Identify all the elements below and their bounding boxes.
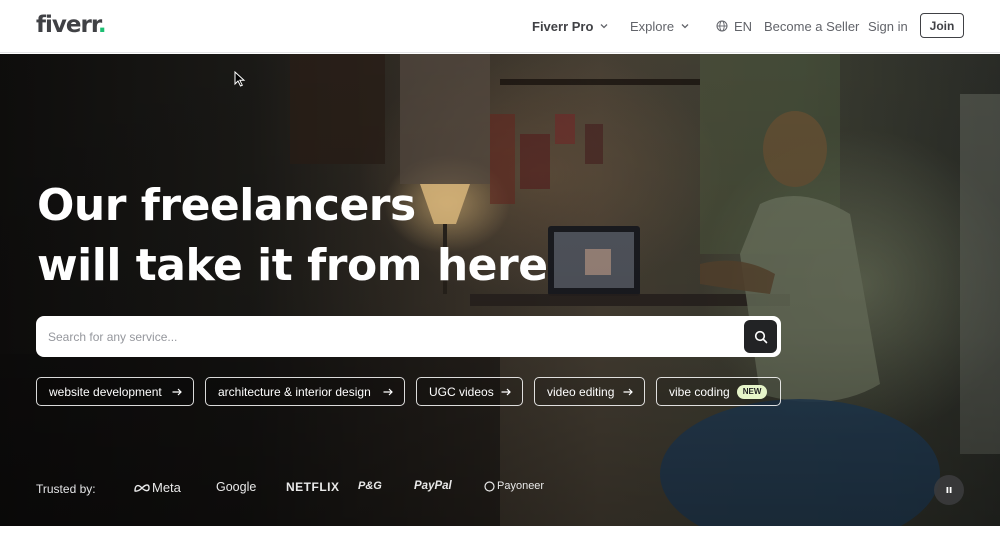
sign-in-link[interactable]: Sign in — [868, 0, 908, 52]
nav-fiverr-pro-label: Fiverr Pro — [532, 18, 594, 34]
payoneer-logo-icon — [484, 480, 495, 492]
brand-meta-name: Meta — [152, 480, 181, 495]
new-badge: NEW — [736, 384, 768, 399]
nav-explore-label: Explore — [630, 18, 675, 34]
arrow-right-icon — [383, 388, 393, 396]
next-section-preview — [0, 526, 1000, 545]
arrow-right-icon — [172, 388, 182, 396]
top-navigation-bar: fiverr. Fiverr Pro Explore EN Become a S… — [0, 0, 1000, 53]
nav-explore[interactable]: Explore — [630, 0, 690, 52]
chevron-down-icon — [681, 24, 689, 29]
chip-label: vibe coding — [669, 384, 730, 399]
chip-label: UGC videos — [429, 384, 494, 399]
search-bar — [36, 316, 781, 357]
search-icon — [754, 330, 767, 343]
brand-payoneer-name: Payoneer — [497, 480, 545, 492]
chip-label: website development — [49, 384, 162, 399]
language-label: EN — [734, 18, 753, 34]
become-seller-link[interactable]: Become a Seller — [764, 0, 859, 52]
chip-website-development[interactable]: website development — [36, 377, 194, 406]
search-input[interactable] — [36, 316, 736, 357]
chip-video-editing[interactable]: video editing — [534, 377, 645, 406]
fiverr-logo[interactable]: fiverr. — [36, 11, 107, 39]
pause-icon — [946, 487, 952, 493]
chip-ugc-videos[interactable]: UGC videos — [416, 377, 523, 406]
mouse-cursor-icon — [234, 71, 246, 87]
chip-label: architecture & interior design — [218, 384, 371, 399]
search-button[interactable] — [744, 320, 777, 353]
brand-meta: Meta — [134, 480, 181, 495]
meta-logo-icon — [134, 483, 150, 492]
brand-netflix: NETFLIX — [286, 480, 340, 494]
chevron-down-icon — [600, 24, 608, 29]
hero-title-line-1: Our freelancers — [37, 180, 416, 231]
hero-section: Our freelancers will take it from here w… — [0, 54, 1000, 526]
brand-google: Google — [216, 480, 257, 494]
chip-architecture-interior-design[interactable]: architecture & interior design — [205, 377, 405, 406]
brand-payoneer: Payoneer — [484, 480, 544, 492]
nav-fiverr-pro[interactable]: Fiverr Pro — [532, 0, 609, 52]
arrow-right-icon — [623, 388, 633, 396]
globe-icon — [716, 20, 728, 32]
join-button[interactable]: Join — [920, 13, 964, 38]
hero-title-line-2: will take it from here — [37, 240, 548, 291]
language-selector[interactable]: EN — [716, 0, 752, 52]
arrow-right-icon — [501, 388, 511, 396]
trusted-by-label: Trusted by: — [36, 482, 96, 496]
hero-title: Our freelancers will take it from here — [37, 176, 548, 296]
pause-video-button[interactable] — [934, 475, 964, 505]
chip-label: video editing — [547, 384, 615, 399]
chip-vibe-coding[interactable]: vibe coding NEW — [656, 377, 781, 406]
brand-pg: P&G — [358, 480, 382, 492]
brand-paypal: PayPal — [414, 480, 452, 492]
